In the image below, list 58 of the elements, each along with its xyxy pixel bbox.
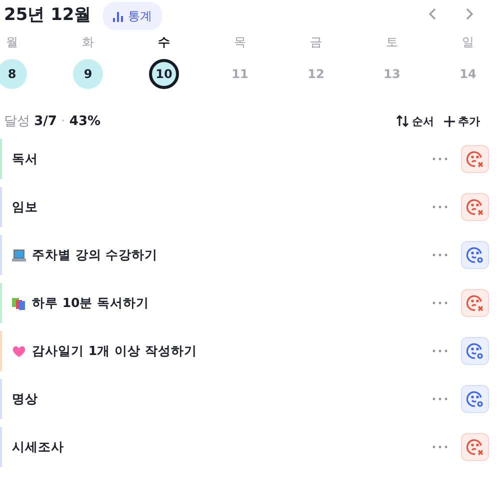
sort-button[interactable]: 순서 (386, 114, 434, 128)
date-button[interactable]: 10 (149, 59, 179, 89)
sad-face-icon (466, 198, 484, 216)
sad-face-icon (466, 150, 484, 168)
plus-icon (444, 116, 455, 126)
stats-button[interactable]: 통계 (103, 2, 162, 30)
smiley-icon (466, 342, 484, 360)
status-button[interactable] (461, 145, 489, 173)
books-icon (12, 296, 26, 310)
status-button[interactable] (461, 241, 489, 269)
habit-name: 임보 (12, 198, 38, 216)
sort-arrows-icon (396, 115, 409, 127)
habit-row[interactable]: 하루 10분 독서하기 (0, 283, 500, 323)
status-button[interactable] (461, 433, 489, 461)
habit-row[interactable]: 주차별 강의 수강하기 (0, 235, 500, 275)
weekday-label: 월 (6, 34, 18, 51)
date-button[interactable]: 8 (0, 59, 27, 89)
weekday-label: 토 (386, 34, 398, 51)
ellipsis-icon (431, 157, 449, 161)
date-button[interactable]: 9 (73, 59, 103, 89)
status-button[interactable] (461, 193, 489, 221)
weekday-label: 금 (310, 34, 322, 51)
ellipsis-icon (431, 349, 449, 353)
sad-face-icon (466, 438, 484, 456)
chevron-left-icon (429, 8, 437, 20)
month-title: 25년 12월 (4, 4, 92, 26)
habit-row[interactable]: 독서 (0, 139, 500, 179)
ellipsis-icon (431, 445, 449, 449)
sad-face-icon (466, 294, 484, 312)
smiley-icon (466, 246, 484, 264)
status-button[interactable] (461, 289, 489, 317)
habit-row[interactable]: 시세조사 (0, 427, 500, 467)
ellipsis-icon (431, 397, 449, 401)
habit-row[interactable]: 감사일기 1개 이상 작성하기 (0, 331, 500, 371)
bar-chart-icon (113, 10, 124, 22)
laptop-icon (12, 248, 26, 262)
add-button[interactable]: 추가 (434, 114, 480, 128)
chevron-right-icon (465, 8, 473, 20)
habit-name: 시세조사 (12, 438, 64, 456)
status-button[interactable] (461, 337, 489, 365)
habit-name: 하루 10분 독서하기 (32, 294, 150, 312)
habit-name: 주차별 강의 수강하기 (32, 246, 158, 264)
habit-name: 명상 (12, 390, 38, 408)
ellipsis-icon (431, 253, 449, 257)
habit-name: 감사일기 1개 이상 작성하기 (32, 342, 197, 360)
weekday-label: 화 (82, 34, 94, 51)
weekday-label: 수 (158, 34, 170, 51)
habit-name: 독서 (12, 150, 38, 168)
ellipsis-icon (431, 205, 449, 209)
status-button[interactable] (461, 385, 489, 413)
weekday-label: 일 (462, 34, 474, 51)
smiley-icon (466, 390, 484, 408)
heart-icon (12, 344, 26, 358)
weekday-label: 목 (234, 34, 246, 51)
ellipsis-icon (431, 301, 449, 305)
habit-row[interactable]: 명상 (0, 379, 500, 419)
habit-row[interactable]: 임보 (0, 187, 500, 227)
achievement-summary: 달성 3/7 · 43% (4, 113, 101, 130)
